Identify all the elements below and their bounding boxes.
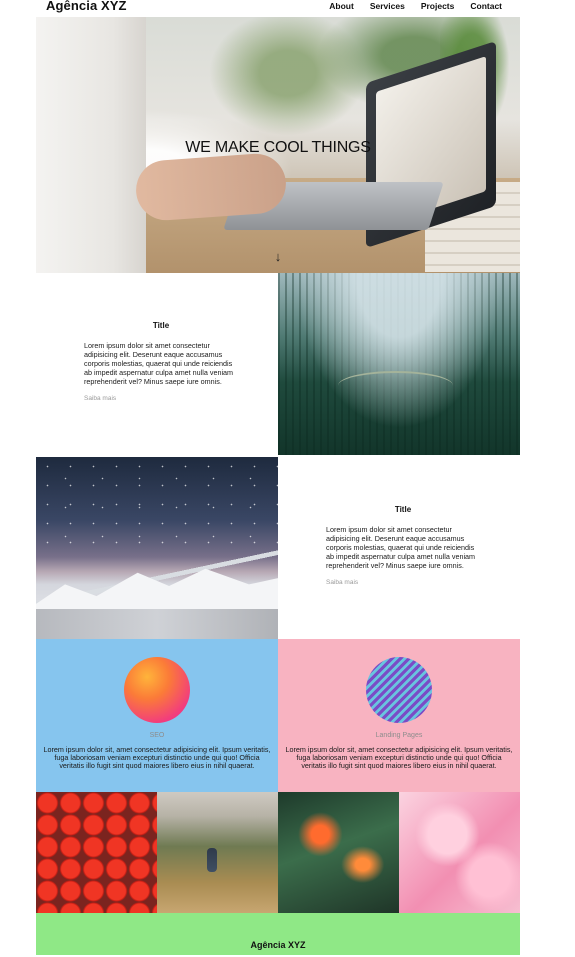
- nav-about[interactable]: About: [329, 1, 354, 11]
- feature-label-landing-pages: Landing Pages: [375, 732, 423, 739]
- gallery-image-pink-blossoms: [399, 792, 520, 913]
- feature-desc-landing-pages: Lorem ipsum dolor sit, amet consectetur …: [285, 745, 513, 770]
- section-1: Title Lorem ipsum dolor sit amet consect…: [36, 273, 520, 455]
- nav-contact[interactable]: Contact: [470, 1, 502, 11]
- feature-card-landing-pages: Landing Pages Lorem ipsum dolor sit, ame…: [278, 639, 520, 792]
- snowy-mountain-image: [36, 457, 278, 639]
- section-2: Title Lorem ipsum dolor sit amet consect…: [36, 457, 520, 639]
- section-2-title: Title: [394, 505, 412, 514]
- feature-card-seo: SEO Lorem ipsum dolor sit, amet consecte…: [36, 639, 278, 792]
- feature-label-seo: SEO: [149, 732, 165, 739]
- feature-desc-seo: Lorem ipsum dolor sit, amet consectetur …: [43, 745, 271, 770]
- bridge-shape: [338, 371, 453, 387]
- footer-brand: Agência XYZ: [250, 940, 306, 950]
- nav-projects[interactable]: Projects: [421, 1, 455, 11]
- night-sky-stars: [36, 457, 278, 548]
- site-footer: Agência XYZ: [36, 913, 520, 955]
- gallery-image-tomatoes: [36, 792, 157, 913]
- forest-bridge-image: [278, 273, 520, 455]
- section-1-more-link[interactable]: Saiba mais: [84, 395, 238, 402]
- services-features: SEO Lorem ipsum dolor sit, amet consecte…: [36, 639, 520, 792]
- gallery-image-hiker: [157, 792, 278, 913]
- page: Agência XYZ About Services Projects Cont…: [36, 0, 520, 957]
- gradient-circle-icon: [124, 657, 190, 723]
- mountain-shadow: [36, 609, 278, 639]
- section-2-text: Title Lorem ipsum dolor sit amet consect…: [278, 457, 520, 639]
- hiker-figure: [207, 848, 217, 872]
- section-2-body: Lorem ipsum dolor sit amet consectetur a…: [326, 525, 476, 570]
- section-1-body: Lorem ipsum dolor sit amet consectetur a…: [84, 341, 234, 386]
- scroll-down-arrow-icon[interactable]: ↓: [36, 249, 520, 264]
- hero-banner: WE MAKE COOL THINGS ↓: [36, 17, 520, 273]
- gallery-image-bird-of-paradise: [278, 792, 399, 913]
- image-gallery: [36, 792, 520, 913]
- striped-circle-icon: [366, 657, 432, 723]
- site-header: Agência XYZ About Services Projects Cont…: [36, 0, 520, 17]
- section-1-title: Title: [152, 321, 170, 330]
- section-2-more-link[interactable]: Saiba mais: [326, 579, 480, 586]
- hero-title: WE MAKE COOL THINGS: [185, 139, 371, 156]
- brand-logo[interactable]: Agência XYZ: [46, 0, 127, 13]
- section-1-text: Title Lorem ipsum dolor sit amet consect…: [36, 273, 278, 455]
- main-nav: About Services Projects Contact: [329, 1, 502, 11]
- nav-services[interactable]: Services: [370, 1, 405, 11]
- hero-image-hand: [134, 151, 288, 223]
